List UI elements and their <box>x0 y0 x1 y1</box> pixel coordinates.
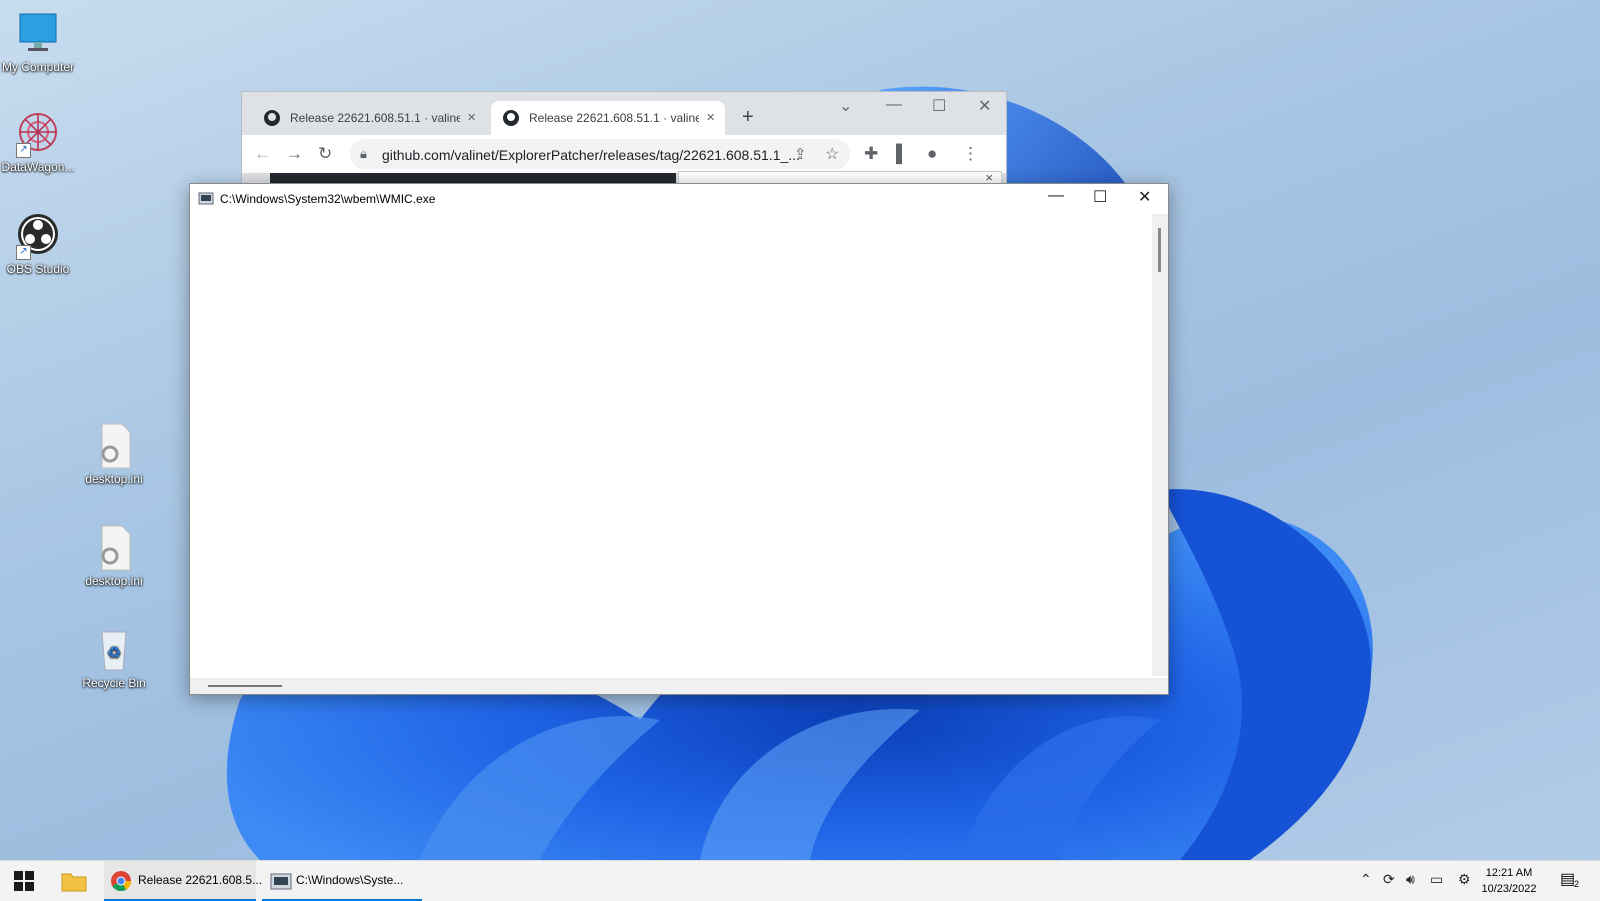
recycle-bin-icon: ♻ <box>90 626 138 674</box>
browser-tab-2[interactable]: Release 22621.608.51.1 · valinet/E × <box>491 101 725 135</box>
github-icon <box>264 110 280 129</box>
console-app-icon <box>198 190 214 209</box>
vertical-scroll-thumb[interactable] <box>1158 228 1161 272</box>
close-tab-icon[interactable]: × <box>706 109 715 126</box>
taskbar-wmic[interactable]: C:\Windows\Syste... <box>262 861 422 901</box>
sync-icon[interactable]: ⟳ <box>1383 871 1395 888</box>
console-title-bar[interactable]: C:\Windows\System32\wbem\WMIC.exe — ☐ ✕ <box>190 184 1168 214</box>
back-arrow-icon[interactable]: ← <box>254 144 271 164</box>
volume-icon[interactable]: 🔊︎ <box>1406 871 1415 888</box>
taskbar-item-label: C:\Windows\Syste... <box>296 873 404 887</box>
monitor-icon <box>14 10 62 58</box>
taskbar-file-explorer[interactable] <box>56 861 92 899</box>
desktop-icon-recycle-bin[interactable]: ♻ Recycle Bin <box>76 626 152 690</box>
minimize-icon[interactable]: — <box>1048 187 1064 205</box>
settings-gear-icon[interactable]: ⚙ <box>1458 871 1471 888</box>
network-icon[interactable]: ▭ <box>1430 871 1443 888</box>
more-menu-icon[interactable]: ⋮ <box>962 144 979 164</box>
wmic-console-window[interactable]: C:\Windows\System32\wbem\WMIC.exe — ☐ ✕ <box>189 183 1169 695</box>
desktop-icon-label: DataWagon... <box>1 160 75 174</box>
url-text: github.com/valinet/ExplorerPatcher/relea… <box>382 147 800 163</box>
browser-toolbar: ← → ↻ 🔒︎ github.com/valinet/ExplorerPatc… <box>242 135 1006 173</box>
notification-icon: ▤ <box>1560 871 1576 888</box>
browser-tab-1[interactable]: Release 22621.608.51.1 · valinet/E × <box>252 101 486 135</box>
tab-search-chevron-icon[interactable]: ⌄ <box>839 96 852 116</box>
windows-logo-icon <box>14 871 34 891</box>
close-window-icon[interactable]: ✕ <box>978 96 991 116</box>
console-content-area[interactable] <box>190 214 1152 676</box>
desktop-icon-label: desktop.ini <box>85 574 143 588</box>
shortcut-arrow-icon: ↗ <box>16 143 31 158</box>
maximize-icon[interactable]: ☐ <box>1093 187 1107 207</box>
settings-file-icon <box>90 524 138 572</box>
clock-time: 12:21 AM <box>1485 867 1533 879</box>
desktop-icon-desktop-ini-2[interactable]: desktop.ini <box>76 524 152 588</box>
maximize-icon[interactable]: ☐ <box>932 96 946 116</box>
svg-text:♻: ♻ <box>107 643 121 662</box>
horizontal-scrollbar[interactable] <box>190 678 1152 694</box>
address-bar[interactable]: 🔒︎ github.com/valinet/ExplorerPatcher/re… <box>350 139 850 169</box>
resize-grip[interactable] <box>1152 678 1168 694</box>
notification-center-button[interactable]: ▤ 2 <box>1556 861 1586 899</box>
close-tab-icon[interactable]: × <box>467 109 476 126</box>
lock-icon: 🔒︎ <box>360 146 367 161</box>
side-panel-icon[interactable]: ▌ <box>896 144 908 164</box>
close-window-icon[interactable]: ✕ <box>1138 187 1151 207</box>
browser-window[interactable]: Release 22621.608.51.1 · valinet/E × Rel… <box>241 91 1007 189</box>
console-app-icon <box>270 873 292 890</box>
desktop-icon-desktop-ini-1[interactable]: desktop.ini <box>76 422 152 486</box>
desktop-icon-obs-studio[interactable]: ↗ OBS Studio <box>0 212 76 276</box>
console-title: C:\Windows\System32\wbem\WMIC.exe <box>220 192 436 206</box>
desktop-icon-datawagon[interactable]: ↗ DataWagon... <box>0 110 76 174</box>
start-button[interactable] <box>10 861 38 899</box>
minimize-icon[interactable]: — <box>886 96 902 114</box>
clock-date: 10/23/2022 <box>1481 883 1537 895</box>
desktop-icon-label: My Computer <box>1 60 75 74</box>
profile-avatar-icon[interactable]: ● <box>927 144 937 164</box>
taskbar-item-label: Release 22621.608.5... <box>138 873 263 887</box>
system-clock[interactable]: 12:21 AM 10/23/2022 <box>1474 865 1544 897</box>
tab-title: Release 22621.608.51.1 · valinet/E <box>290 111 460 125</box>
settings-file-icon <box>90 422 138 470</box>
desktop-icon-label: Recycle Bin <box>82 676 146 690</box>
taskbar-chrome[interactable]: Release 22621.608.5... <box>104 861 262 901</box>
show-hidden-icons-chevron-icon[interactable]: ⌃ <box>1360 871 1372 888</box>
shortcut-arrow-icon: ↗ <box>16 245 31 260</box>
bookmark-star-icon[interactable]: ☆ <box>825 144 839 164</box>
share-icon[interactable]: ⇪ <box>794 145 807 163</box>
new-tab-icon[interactable]: + <box>742 106 754 129</box>
desktop-icon-label: OBS Studio <box>6 262 70 276</box>
tab-title: Release 22621.608.51.1 · valinet/E <box>529 111 699 125</box>
horizontal-scroll-thumb[interactable] <box>208 685 282 687</box>
chrome-icon <box>111 871 132 892</box>
folder-icon <box>61 873 87 892</box>
desktop-icon-label: desktop.ini <box>85 472 143 486</box>
forward-arrow-icon[interactable]: → <box>286 144 303 164</box>
taskbar: Release 22621.608.5... C:\Windows\Syste.… <box>0 860 1600 901</box>
extensions-icon[interactable]: ✚ <box>864 144 878 164</box>
obs-icon: ↗ <box>14 212 62 260</box>
notification-count-badge: 2 <box>1574 879 1580 889</box>
datawagon-icon: ↗ <box>14 110 62 158</box>
reload-icon[interactable]: ↻ <box>318 144 332 164</box>
github-icon <box>503 110 519 129</box>
desktop-icon-my-computer[interactable]: My Computer <box>0 10 76 74</box>
vertical-scrollbar[interactable] <box>1152 214 1168 676</box>
